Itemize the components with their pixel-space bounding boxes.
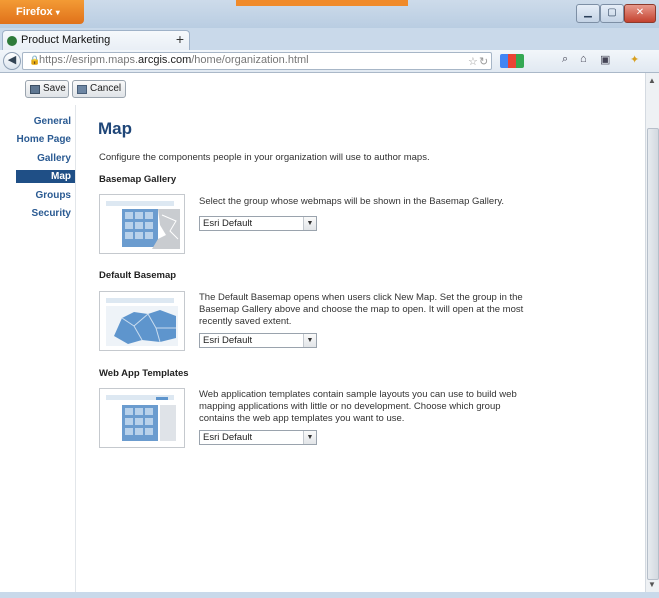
maximize-button[interactable]: ▢ — [600, 4, 624, 23]
sidebar-item-gallery[interactable]: Gallery — [37, 153, 71, 164]
select-value: Esri Default — [203, 432, 253, 443]
basemap-gallery-description: Select the group whose webmaps will be s… — [199, 196, 505, 207]
back-arrow-icon: ◀ — [7, 54, 17, 66]
bookmark-star-icon[interactable]: ☆ — [468, 55, 478, 68]
disk-icon — [30, 85, 40, 94]
new-tab-button[interactable]: + — [170, 30, 190, 50]
templates-grid-illustration — [106, 395, 176, 441]
save-label: Save — [43, 83, 66, 94]
scroll-down-arrow-icon[interactable]: ▼ — [645, 580, 659, 590]
scroll-up-arrow-icon[interactable]: ▲ — [645, 76, 659, 86]
url-domain: arcgis.com — [138, 54, 192, 66]
save-button[interactable]: Save — [25, 80, 69, 98]
basemap-map-illustration — [106, 298, 178, 346]
chevron-down-icon: ▾ — [55, 8, 60, 17]
sidebar-divider — [75, 105, 76, 592]
minimize-icon: ▁ — [584, 7, 592, 18]
page-intro: Configure the components people in your … — [99, 152, 430, 163]
back-button[interactable]: ◀ — [3, 52, 21, 70]
web-app-templates-group-select[interactable]: Esri Default ▼ — [199, 430, 317, 445]
minimize-button[interactable]: ▁ — [576, 4, 600, 23]
firefox-menu-button[interactable]: Firefox ▾ — [0, 0, 84, 24]
section-heading-basemap-gallery: Basemap Gallery — [99, 174, 177, 185]
basemap-gallery-group-select[interactable]: Esri Default ▼ — [199, 216, 317, 231]
sidebar-item-general[interactable]: General — [34, 116, 71, 127]
gallery-grid-illustration — [106, 201, 180, 249]
close-button[interactable]: ✕ — [624, 4, 656, 23]
select-value: Esri Default — [203, 335, 253, 346]
select-value: Esri Default — [203, 218, 253, 229]
search-engine-icon[interactable] — [500, 54, 524, 68]
sidebar-item-security[interactable]: Security — [32, 208, 71, 219]
sidebar-item-map[interactable]: Map — [16, 170, 75, 183]
default-basemap-thumbnail — [99, 291, 185, 351]
sidebar-item-groups[interactable]: Groups — [35, 190, 71, 201]
basemap-gallery-thumbnail — [99, 194, 185, 254]
web-app-templates-thumbnail — [99, 388, 185, 448]
page-content — [0, 73, 645, 592]
scroll-thumb[interactable] — [647, 128, 659, 580]
cancel-label: Cancel — [90, 83, 122, 94]
search-icon[interactable]: ⌕ — [562, 53, 568, 66]
section-heading-default-basemap: Default Basemap — [99, 270, 177, 281]
bookmarks-menu-icon[interactable]: ▣ — [600, 53, 610, 66]
maximize-icon: ▢ — [607, 7, 617, 18]
home-icon[interactable]: ⌂ — [580, 53, 587, 65]
browser-tab[interactable]: Product Marketing — [2, 30, 190, 51]
page-title: Map — [98, 119, 132, 138]
url-prefix: https://esripm.maps. — [39, 54, 139, 66]
tab-strip: Product Marketing + — [0, 28, 659, 51]
section-heading-web-app-templates: Web App Templates — [99, 368, 189, 379]
title-accent — [236, 0, 408, 6]
web-app-templates-description: Web application templates contain sample… — [199, 389, 517, 424]
favicon-icon — [7, 36, 17, 46]
cancel-button[interactable]: Cancel — [72, 80, 126, 98]
addon-icon[interactable]: ✦ — [630, 53, 639, 66]
reload-icon[interactable]: ↻ — [479, 55, 488, 68]
default-basemap-group-select[interactable]: Esri Default ▼ — [199, 333, 317, 348]
dropdown-arrow-icon: ▼ — [303, 334, 316, 347]
sidebar-item-home-page[interactable]: Home Page — [17, 134, 71, 145]
dropdown-arrow-icon: ▼ — [303, 217, 316, 230]
default-basemap-description: The Default Basemap opens when users cli… — [199, 292, 524, 327]
dropdown-arrow-icon: ▼ — [303, 431, 316, 444]
address-bar[interactable]: 🔒 https://esripm.maps.arcgis.com/home/or… — [22, 52, 492, 70]
url-text: https://esripm.maps.arcgis.com/home/orga… — [39, 54, 309, 66]
url-path: /home/organization.html — [191, 54, 309, 66]
cancel-icon — [77, 85, 87, 94]
tab-title: Product Marketing — [21, 34, 111, 46]
navigation-bar: ◀ 🔒 https://esripm.maps.arcgis.com/home/… — [0, 50, 659, 73]
close-icon: ✕ — [635, 7, 645, 18]
firefox-menu-label: Firefox — [16, 6, 53, 18]
